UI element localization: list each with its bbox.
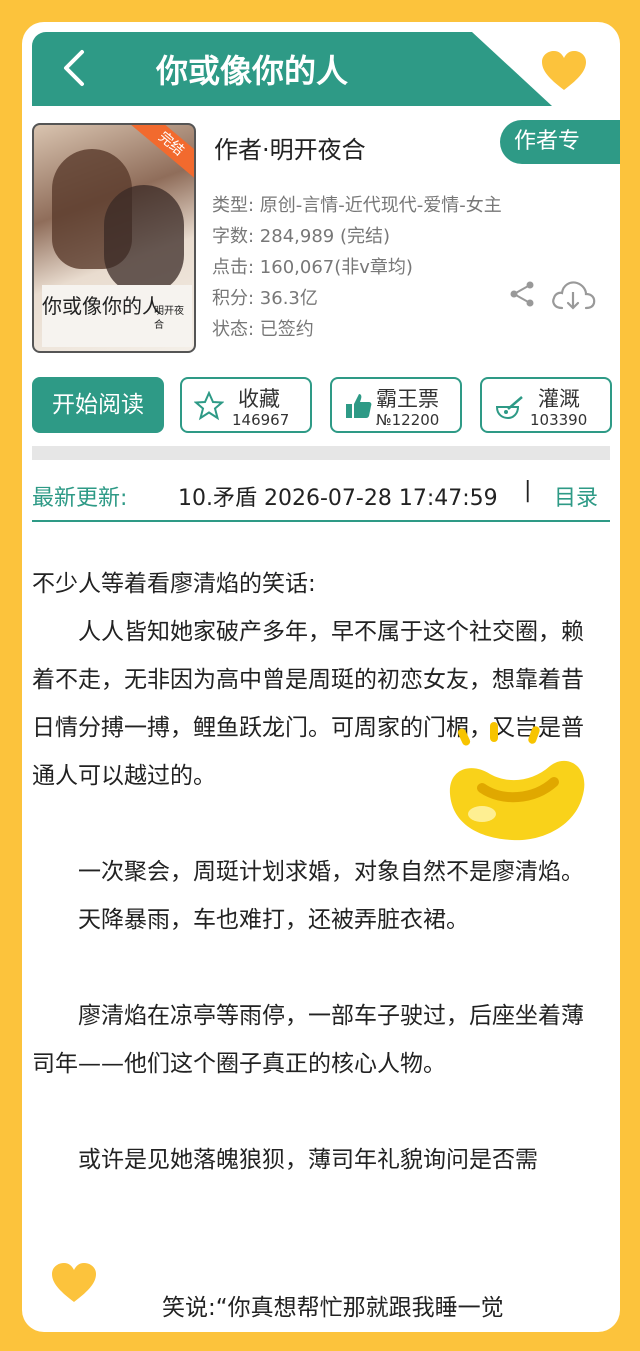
- book-summary: 不少人等着看廖清焰的笑话: 人人皆知她家破产多年，早不属于这个社交圈，赖着不走，…: [32, 560, 606, 1184]
- share-icon[interactable]: [508, 280, 536, 308]
- meta-status: 状态: 已签约: [212, 319, 314, 340]
- heart-icon: [52, 1263, 96, 1302]
- accent-divider: [32, 520, 610, 522]
- thumbs-up-icon: [346, 394, 372, 418]
- meta-genre: 类型: 原创-言情-近代现代-爱情-女主: [212, 195, 502, 216]
- overlord-ticket-button[interactable]: 霸王票 №12200: [330, 377, 462, 433]
- title-bar: 你或像你的人: [32, 32, 552, 106]
- watering-can-icon: [495, 396, 523, 420]
- author-name[interactable]: 作者·明开夜合: [214, 130, 366, 165]
- gold-ingot-sticker-icon: [449, 722, 585, 841]
- cover-title: 你或像你的人: [42, 294, 162, 318]
- cover-badge: 完结: [129, 125, 194, 182]
- summary-paragraph: 廖清焰在凉亭等雨停，一部车子驶过，后座坐着薄司年——他们这个圈子真正的核心人物。: [32, 1003, 584, 1077]
- book-meta: 类型: 原创-言情-近代现代-爱情-女主 字数: 284,989 (完结) 点击…: [212, 190, 502, 345]
- summary-paragraph: 笑说:“你真想帮忙那就跟我睡一觉: [162, 1295, 504, 1321]
- heart-icon: [542, 51, 586, 90]
- summary-paragraph: 或许是见她落魄狼狈，薄司年礼貌询问是否需: [78, 1147, 538, 1173]
- page-title: 你或像你的人: [155, 52, 348, 90]
- latest-update-row[interactable]: 最新更新: 10.矛盾 2026-07-28 17:47:59 | 目录: [32, 476, 610, 520]
- meta-word-count: 字数: 284,989 (完结): [212, 226, 390, 247]
- water-label: 灌溉: [538, 387, 580, 411]
- water-count: 103390: [530, 411, 588, 429]
- meta-score: 积分: 36.3亿: [212, 288, 318, 309]
- summary-paragraph: 一次聚会，周珽计划求婚，对象自然不是廖清焰。: [78, 859, 584, 885]
- summary-paragraph: 天降暴雨，车也难打，还被弄脏衣裙。: [78, 907, 469, 933]
- favorite-label: 收藏: [238, 387, 280, 411]
- star-icon: [194, 391, 224, 421]
- cloud-download-icon[interactable]: [550, 278, 596, 314]
- meta-clicks: 点击: 160,067(非v章均): [212, 257, 413, 278]
- water-button[interactable]: 灌溉 103390: [480, 377, 612, 433]
- book-cover[interactable]: 完结 你或像你的人 明开夜合: [32, 123, 196, 353]
- author-column-button[interactable]: 作者专: [500, 120, 620, 164]
- cover-author: 明开夜合: [154, 306, 184, 331]
- favorite-count: 146967: [232, 411, 290, 429]
- cover-illustration: [104, 185, 184, 295]
- app-card: 你或像你的人 完结 你或像你的人 明开夜合 作者·明开夜合 作者专 类型: 原创…: [22, 22, 620, 1332]
- separator: |: [524, 478, 532, 503]
- section-divider: [32, 446, 610, 460]
- ticket-count: №12200: [376, 411, 440, 429]
- favorite-button[interactable]: 收藏 146967: [180, 377, 312, 433]
- latest-chapter[interactable]: 10.矛盾 2026-07-28 17:47:59: [178, 480, 498, 512]
- summary-paragraph: 不少人等着看廖清焰的笑话:: [32, 571, 316, 597]
- table-of-contents-link[interactable]: 目录: [554, 480, 598, 512]
- ticket-label: 霸王票: [376, 387, 439, 411]
- latest-update-label: 最新更新:: [32, 486, 128, 511]
- start-reading-button[interactable]: 开始阅读: [32, 377, 164, 433]
